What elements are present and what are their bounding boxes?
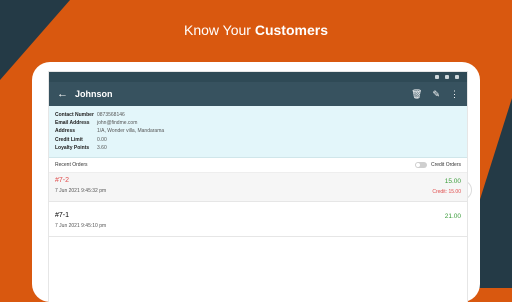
info-row-loyalty: Loyalty Points 3.60: [55, 144, 461, 152]
order-date: 7 Jun 2021 9:45:32 pm: [55, 188, 107, 195]
info-row-address: Address 1/A, Wonder villa, Mandarama: [55, 127, 461, 135]
info-row-credit-limit: Credit Limit 0.00: [55, 136, 461, 144]
headline-normal: Know Your: [184, 22, 255, 38]
headline-bold: Customers: [254, 22, 328, 38]
credit-orders-label: Credit Orders: [430, 162, 461, 169]
order-date: 7 Jun 2021 9:45:10 pm: [55, 223, 107, 230]
info-value: john@findme.com: [97, 120, 138, 127]
headline: Know Your Customers: [0, 22, 512, 38]
customer-info-panel: Contact Number 0873568146 Email Address …: [49, 106, 467, 159]
order-id: #7-1: [55, 212, 70, 220]
info-label: Contact Number: [55, 112, 94, 118]
status-bar: [49, 72, 467, 82]
battery-icon: [455, 75, 459, 79]
order-id: #7-2: [55, 177, 70, 185]
order-amount: 15.00: [444, 178, 461, 186]
info-value: 1/A, Wonder villa, Mandarama: [97, 128, 165, 135]
info-value: 3.60: [97, 144, 107, 151]
app-bar: ← Johnson 🗑 ✎ ⋮: [49, 82, 467, 106]
info-row-email: Email Address john@findme.com: [55, 119, 461, 127]
info-label: Address: [55, 128, 76, 135]
info-label: Email Address: [55, 120, 90, 127]
credit-orders-toggle[interactable]: [414, 162, 427, 169]
more-vert-icon[interactable]: ⋮: [450, 89, 459, 100]
delete-icon[interactable]: 🗑: [411, 89, 422, 100]
order-amount: 21.00: [444, 213, 461, 221]
info-value: 0873568146: [97, 112, 125, 118]
page-title: Johnson: [75, 89, 113, 99]
recent-orders-header: Recent Orders Credit Orders: [49, 158, 467, 174]
info-label: Loyalty Points: [55, 144, 90, 151]
info-label: Credit Limit: [55, 136, 83, 143]
signal-icon: [435, 75, 439, 79]
info-value: 0.00: [97, 136, 107, 143]
order-row[interactable]: #7-2 7 Jun 2021 9:45:32 pm 15.00 Credit:…: [49, 173, 467, 203]
arrow-left-icon[interactable]: ←: [57, 88, 75, 100]
order-row[interactable]: #7-1 7 Jun 2021 9:45:10 pm 21.00: [49, 208, 467, 238]
recent-orders-label: Recent Orders: [55, 162, 88, 169]
tablet-frame: ← Johnson 🗑 ✎ ⋮ Contact Number 087356814…: [32, 62, 480, 302]
info-row-contact: Contact Number 0873568146: [55, 111, 461, 119]
edit-icon[interactable]: ✎: [432, 89, 440, 100]
wifi-icon: [445, 75, 449, 79]
app-screen: ← Johnson 🗑 ✎ ⋮ Contact Number 087356814…: [49, 72, 467, 302]
order-credit: Credit: 15.00: [432, 189, 461, 196]
